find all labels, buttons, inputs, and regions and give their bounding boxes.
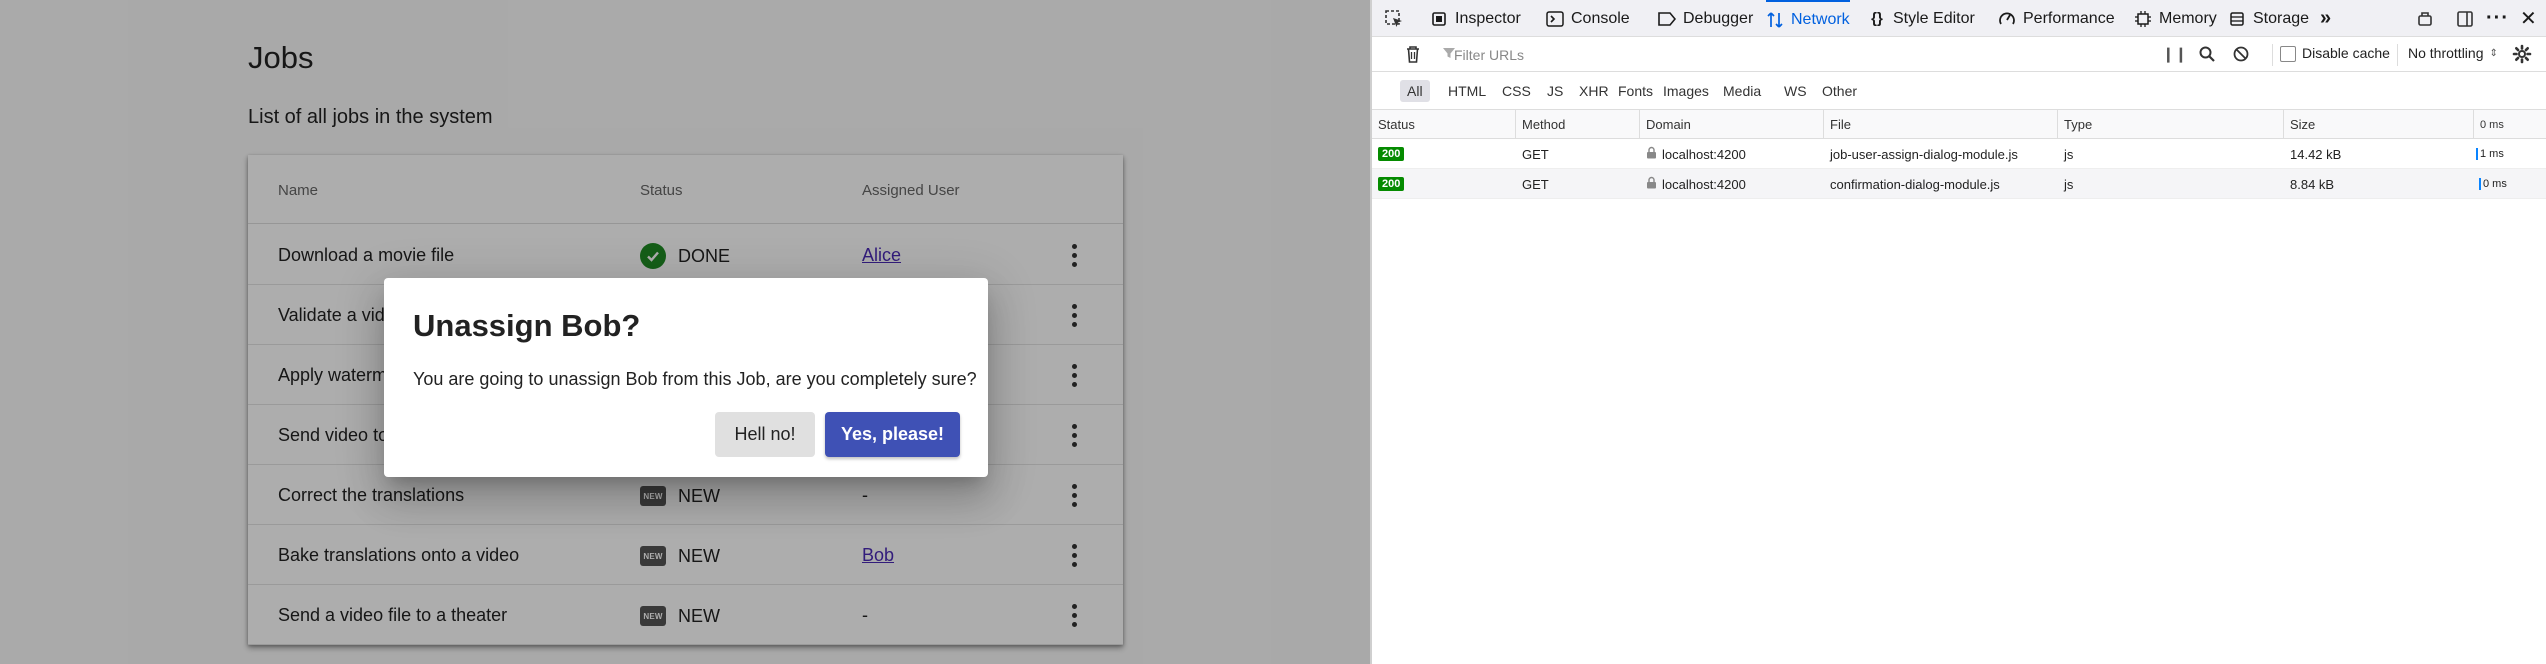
- tab-label: Network: [1791, 10, 1850, 28]
- performance-icon: [1998, 10, 2016, 28]
- request-time: 1 ms: [2480, 148, 2504, 160]
- request-size: 14.42 kB: [2290, 146, 2342, 162]
- tab-style-editor[interactable]: {} Style Editor: [1868, 0, 1975, 37]
- request-domain: localhost:4200: [1662, 146, 1746, 162]
- status-badge: 200: [1378, 177, 1405, 191]
- request-method: GET: [1522, 176, 1549, 192]
- lock-icon: [1646, 176, 1657, 192]
- network-filter-bar: ❙❙ Disable cache No throttling ⇕: [1372, 37, 2546, 72]
- dialog-title: Unassign Bob?: [413, 308, 641, 343]
- toolbar-separator: [2397, 44, 2398, 66]
- tab-label: Style Editor: [1893, 9, 1975, 27]
- search-icon[interactable]: [2198, 45, 2216, 67]
- options-menu-icon[interactable]: ···: [2486, 0, 2509, 37]
- request-row[interactable]: 200 GET localhost:4200 job-user-assign-dial…: [1372, 139, 2546, 169]
- gear-icon[interactable]: [2512, 44, 2532, 68]
- tab-console[interactable]: Console: [1546, 0, 1630, 37]
- dialog-message: You are going to unassign Bob from this …: [413, 369, 977, 389]
- tab-label: Memory: [2159, 9, 2217, 27]
- type-filter-all[interactable]: All: [1400, 80, 1430, 102]
- column-header-domain[interactable]: Domain: [1640, 110, 1824, 139]
- close-icon[interactable]: ✕: [2520, 0, 2537, 37]
- request-domain: localhost:4200: [1662, 176, 1746, 192]
- request-type: js: [2064, 146, 2074, 162]
- dock-side-icon[interactable]: [2456, 0, 2474, 37]
- memory-icon: [2134, 10, 2152, 28]
- cancel-button[interactable]: Hell no!: [715, 412, 815, 457]
- debugger-icon: [1658, 10, 1676, 28]
- request-type: js: [2064, 176, 2074, 192]
- app-viewport: Jobs List of all jobs in the system Name…: [0, 0, 1370, 664]
- confirm-button[interactable]: Yes, please!: [825, 412, 960, 457]
- style-editor-icon: {}: [1871, 10, 1883, 27]
- type-filter-html[interactable]: HTML: [1441, 80, 1493, 102]
- console-icon: [1546, 10, 1564, 28]
- throttling-select[interactable]: No throttling ⇕: [2408, 45, 2498, 61]
- throttling-value: No throttling: [2408, 45, 2484, 61]
- column-header-status[interactable]: Status: [1372, 110, 1516, 139]
- more-tools-chevron-icon[interactable]: »: [2320, 0, 2331, 37]
- type-filter-xhr[interactable]: XHR: [1572, 80, 1616, 102]
- type-filter-images[interactable]: Images: [1656, 80, 1716, 102]
- type-filter-media[interactable]: Media: [1716, 80, 1768, 102]
- pause-icon[interactable]: ❙❙: [2162, 45, 2187, 63]
- element-picker-icon[interactable]: [1384, 0, 1404, 37]
- tab-storage[interactable]: Storage: [2228, 0, 2309, 37]
- tab-label: Debugger: [1683, 9, 1754, 27]
- status-badge: 200: [1378, 147, 1405, 161]
- waterfall-bar: [2479, 178, 2481, 190]
- waterfall-bar: [2476, 148, 2478, 160]
- tab-performance[interactable]: Performance: [1998, 0, 2115, 37]
- storage-icon: [2228, 10, 2246, 28]
- tab-label: Storage: [2253, 9, 2310, 27]
- lock-icon: [1646, 146, 1657, 162]
- devtools-panel: Inspector Console Debugger Network {} Style E…: [1372, 0, 2546, 664]
- responsive-mode-icon[interactable]: [2416, 0, 2434, 37]
- devtools-toolbar: Inspector Console Debugger Network {} Style E…: [1372, 0, 2546, 37]
- tab-memory[interactable]: Memory: [2134, 0, 2217, 37]
- request-size: 8.84 kB: [2290, 176, 2335, 192]
- waterfall-header: 0 ms: [2480, 118, 2504, 131]
- network-icon: [1766, 11, 1784, 29]
- tab-label: Console: [1571, 9, 1630, 27]
- request-method: GET: [1522, 146, 1549, 162]
- trash-icon[interactable]: [1404, 44, 1422, 68]
- tab-debugger[interactable]: Debugger: [1658, 0, 1753, 37]
- request-row[interactable]: 200 GET localhost:4200 confirmation-dialog-…: [1372, 169, 2546, 199]
- column-header-type[interactable]: Type: [2058, 110, 2284, 139]
- column-header-size[interactable]: Size: [2284, 110, 2474, 139]
- toolbar-separator: [2272, 44, 2273, 66]
- tab-network[interactable]: Network: [1766, 0, 1850, 37]
- confirmation-dialog: Unassign Bob? You are going to unassign …: [384, 278, 988, 477]
- disable-cache-label: Disable cache: [2302, 45, 2390, 61]
- disable-cache-checkbox[interactable]: [2280, 46, 2296, 62]
- request-time: 0 ms: [2483, 178, 2507, 190]
- inspector-icon: [1430, 10, 1448, 28]
- request-file: job-user-assign-dialog-module.js: [1830, 146, 2018, 162]
- type-filter-js[interactable]: JS: [1540, 80, 1570, 102]
- type-filter-other[interactable]: Other: [1815, 80, 1864, 102]
- request-type-filter-bar: All HTML CSS JS XHR Fonts Images Media WS Other: [1372, 72, 2546, 110]
- block-icon[interactable]: [2232, 45, 2250, 67]
- filter-urls-input[interactable]: [1432, 43, 2132, 67]
- tab-label: Inspector: [1455, 9, 1521, 27]
- tab-label: Performance: [2023, 9, 2115, 27]
- column-header-method[interactable]: Method: [1516, 110, 1640, 139]
- requests-table-header: Status Method Domain File Type Size 0 ms: [1372, 110, 2546, 139]
- updown-arrows-icon: ⇕: [2489, 47, 2498, 59]
- type-filter-css[interactable]: CSS: [1495, 80, 1538, 102]
- column-header-file[interactable]: File: [1824, 110, 2058, 139]
- type-filter-fonts[interactable]: Fonts: [1611, 80, 1660, 102]
- request-file: confirmation-dialog-module.js: [1830, 176, 2000, 192]
- tab-inspector[interactable]: Inspector: [1430, 0, 1521, 37]
- type-filter-ws[interactable]: WS: [1777, 80, 1814, 102]
